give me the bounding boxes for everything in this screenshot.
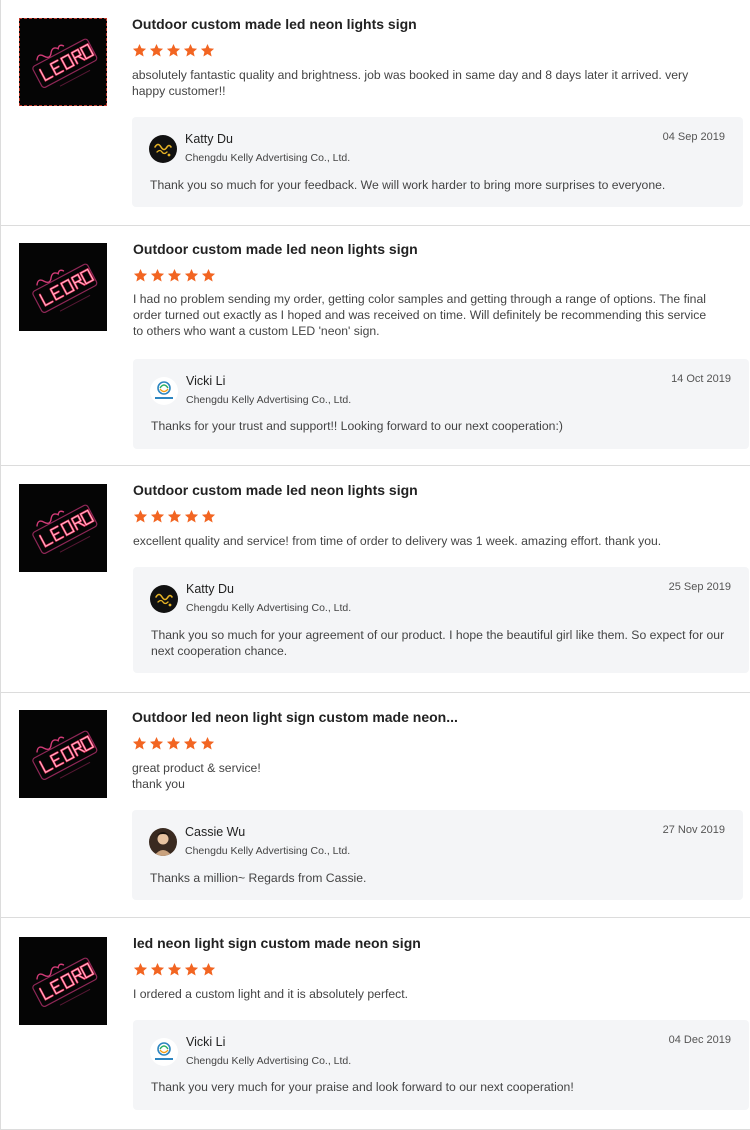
review-card: Outdoor custom made led neon lights sign…	[0, 466, 750, 693]
review-card: Outdoor led neon light sign custom made …	[0, 693, 750, 918]
star-icon	[201, 509, 216, 523]
star-icon	[200, 43, 215, 57]
review-text: great product & service! thank you	[132, 760, 712, 792]
reply-author-name: Cassie Wu	[185, 825, 246, 839]
star-rating	[133, 962, 216, 977]
gold-script-avatar-icon	[149, 135, 177, 163]
product-thumbnail[interactable]	[19, 484, 107, 572]
star-icon	[183, 43, 198, 57]
star-icon	[200, 736, 215, 750]
review-text: absolutely fantastic quality and brightn…	[132, 68, 689, 99]
star-icon	[184, 509, 199, 523]
product-thumbnail[interactable]	[19, 937, 107, 1025]
review-card: Outdoor custom made led neon lights sign…	[0, 226, 750, 466]
reply-author-name: Vicki Li	[186, 1035, 226, 1049]
star-icon	[133, 962, 148, 976]
reply-date: 14 Oct 2019	[671, 373, 731, 385]
reply-text: Thanks a million~ Regards from Cassie.	[150, 871, 367, 885]
seller-reply: Vicki Li Chengdu Kelly Advertising Co., …	[133, 1020, 749, 1110]
star-icon	[132, 736, 147, 750]
reply-author-name: Katty Du	[186, 582, 234, 596]
product-title[interactable]: Outdoor custom made led neon lights sign	[133, 241, 418, 257]
star-icon	[167, 962, 182, 976]
reply-company: Chengdu Kelly Advertising Co., Ltd.	[185, 845, 351, 857]
star-icon	[183, 736, 198, 750]
portrait-avatar-icon	[149, 828, 177, 856]
star-icon	[133, 509, 148, 523]
review-text: I ordered a custom light and it is absol…	[133, 987, 409, 1001]
star-rating	[132, 43, 215, 58]
star-icon	[132, 43, 147, 57]
seller-reply: Katty Du Chengdu Kelly Advertising Co., …	[132, 117, 743, 207]
star-icon	[150, 509, 165, 523]
star-icon	[201, 962, 216, 976]
reply-text: Thank you very much for your praise and …	[151, 1080, 574, 1094]
product-title[interactable]: Outdoor custom made led neon lights sign	[133, 482, 418, 498]
review-text-line: thank you	[132, 777, 185, 792]
review-text-line: great product & service!	[132, 761, 261, 775]
review-card: led neon light sign custom made neon sig…	[0, 918, 750, 1130]
star-icon	[201, 268, 216, 282]
seller-reply: Cassie Wu Chengdu Kelly Advertising Co.,…	[132, 810, 743, 900]
product-title[interactable]: led neon light sign custom made neon sig…	[133, 935, 421, 951]
product-title[interactable]: Outdoor custom made led neon lights sign	[132, 16, 417, 32]
star-icon	[167, 268, 182, 282]
reply-company: Chengdu Kelly Advertising Co., Ltd.	[186, 394, 352, 406]
product-thumbnail[interactable]	[19, 18, 107, 106]
reply-text: Thank you so much for your feedback. We …	[150, 178, 666, 192]
star-rating	[133, 268, 216, 283]
star-icon	[166, 43, 181, 57]
product-thumbnail[interactable]	[19, 710, 107, 798]
star-rating	[132, 736, 215, 751]
blue-logo-avatar-icon	[150, 1038, 178, 1066]
star-icon	[150, 268, 165, 282]
review-text: excellent quality and service! from time…	[133, 534, 662, 548]
star-icon	[184, 268, 199, 282]
review-card: Outdoor custom made led neon lights sign…	[0, 0, 750, 226]
star-icon	[150, 962, 165, 976]
reply-text: Thank you so much for your agreement of …	[151, 628, 725, 659]
star-icon	[167, 509, 182, 523]
reply-date: 25 Sep 2019	[668, 581, 731, 593]
seller-reply: Katty Du Chengdu Kelly Advertising Co., …	[133, 567, 749, 673]
product-thumbnail[interactable]	[19, 243, 107, 331]
blue-logo-avatar-icon	[150, 377, 178, 405]
reply-date: 04 Dec 2019	[668, 1034, 731, 1046]
reply-date: 27 Nov 2019	[662, 824, 725, 836]
reply-author-name: Vicki Li	[186, 374, 226, 388]
reply-company: Chengdu Kelly Advertising Co., Ltd.	[186, 602, 352, 614]
star-icon	[149, 736, 164, 750]
reply-company: Chengdu Kelly Advertising Co., Ltd.	[185, 152, 351, 164]
reply-text: Thanks for your trust and support!! Look…	[151, 419, 563, 433]
star-rating	[133, 509, 216, 524]
star-icon	[184, 962, 199, 976]
gold-script-avatar-icon	[150, 585, 178, 613]
reply-date: 04 Sep 2019	[662, 131, 725, 143]
star-icon	[166, 736, 181, 750]
review-text: I had no problem sending my order, getti…	[133, 292, 707, 339]
star-icon	[149, 43, 164, 57]
product-title[interactable]: Outdoor led neon light sign custom made …	[132, 709, 458, 725]
reply-author-name: Katty Du	[185, 132, 233, 146]
seller-reply: Vicki Li Chengdu Kelly Advertising Co., …	[133, 359, 749, 449]
reply-company: Chengdu Kelly Advertising Co., Ltd.	[186, 1055, 352, 1067]
star-icon	[133, 268, 148, 282]
